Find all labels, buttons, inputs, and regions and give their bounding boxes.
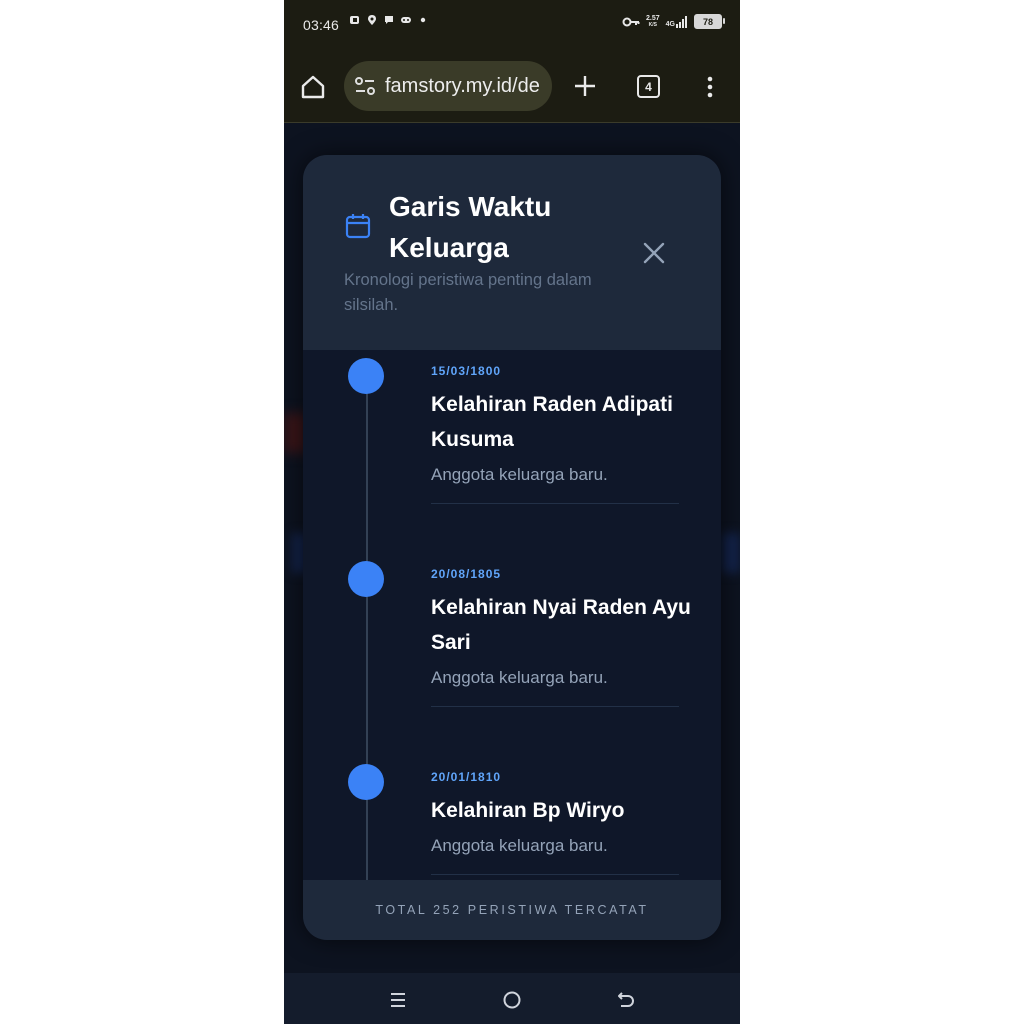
event-date: 15/03/1800 — [431, 364, 502, 378]
signal-indicator: 4G — [665, 15, 688, 28]
timeline-dot — [348, 561, 384, 597]
status-time: 03:46 — [303, 17, 340, 33]
net-speed-unit: K/S — [648, 22, 658, 28]
close-icon[interactable] — [640, 239, 668, 267]
event-title: Kelahiran Raden Adipati Kusuma — [431, 393, 673, 451]
back-icon[interactable] — [615, 989, 637, 1011]
recent-apps-icon[interactable] — [387, 989, 409, 1011]
event-title: Kelahiran Bp Wiryo — [431, 799, 625, 822]
modal-footer: TOTAL 252 PERISTIWA TERCATAT — [303, 880, 721, 940]
notification-app-icon — [350, 16, 359, 24]
signal-bars-icon — [676, 15, 687, 28]
event-date: 20/08/1805 — [431, 567, 502, 581]
more-options-icon[interactable] — [698, 75, 722, 99]
tab-switcher-button[interactable]: 4 — [637, 75, 660, 98]
chat-icon — [385, 16, 393, 24]
backdrop-blue-glow-right — [722, 533, 740, 573]
net-speed-value: 2.57 — [646, 15, 660, 22]
timeline-line — [366, 370, 368, 880]
event-date: 20/01/1810 — [431, 770, 502, 784]
game-icon — [401, 17, 411, 23]
home-icon[interactable] — [300, 74, 326, 100]
status-bar: 03:46 2.57 K/S 4G 78 — [284, 0, 740, 50]
more-notifications-dot-icon — [420, 17, 426, 23]
timeline-dot — [348, 358, 384, 394]
new-tab-icon[interactable] — [572, 73, 598, 99]
event-divider — [431, 503, 679, 504]
event-divider — [431, 874, 679, 875]
network-type: 4G — [665, 20, 675, 28]
net-speed: 2.57 K/S — [646, 15, 660, 28]
timeline-list[interactable]: 15/03/1800 Kelahiran Raden Adipati Kusum… — [303, 350, 721, 880]
address-bar[interactable]: famstory.my.id/de — [344, 61, 552, 111]
modal-title: Garis Waktu Keluarga — [389, 191, 552, 263]
modal-header: Garis Waktu Keluarga Kronologi peristiwa… — [303, 155, 721, 350]
timeline-dot — [348, 764, 384, 800]
event-description: Anggota keluarga baru. — [431, 668, 608, 687]
phone-screen: 03:46 2.57 K/S 4G 78 famstory.my.id/de 4… — [284, 0, 740, 1024]
event-title: Kelahiran Nyai Raden Ayu Sari — [431, 596, 691, 654]
system-navigation-bar — [284, 973, 740, 1024]
site-settings-icon[interactable] — [354, 76, 376, 96]
calendar-icon — [345, 214, 371, 239]
modal-subtitle: Kronologi peristiwa penting dalam silsil… — [344, 271, 592, 314]
event-divider — [431, 706, 679, 707]
system-icons: 2.57 K/S 4G 78 — [622, 14, 725, 29]
notification-icons — [350, 15, 428, 25]
url-text: famstory.my.id/de — [385, 75, 540, 97]
key-icon — [622, 17, 640, 26]
home-nav-icon[interactable] — [501, 989, 523, 1011]
event-description: Anggota keluarga baru. — [431, 836, 608, 855]
timeline-modal: Garis Waktu Keluarga Kronologi peristiwa… — [303, 155, 721, 940]
battery-indicator: 78 — [694, 14, 725, 29]
browser-toolbar: famstory.my.id/de 4 — [284, 50, 740, 123]
event-description: Anggota keluarga baru. — [431, 465, 608, 484]
location-icon — [368, 15, 376, 25]
